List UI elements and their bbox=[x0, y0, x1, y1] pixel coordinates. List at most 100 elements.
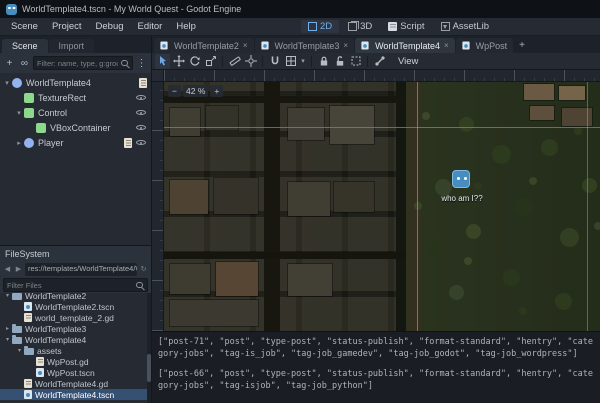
visibility-icon[interactable] bbox=[135, 137, 147, 148]
visibility-icon[interactable] bbox=[135, 107, 147, 118]
scene-node-row[interactable]: ▾ WorldTemplate4 bbox=[0, 75, 151, 90]
close-icon[interactable]: × bbox=[343, 41, 348, 50]
scene-node-row[interactable]: ▸ Player bbox=[0, 135, 151, 150]
2d-icon bbox=[308, 22, 317, 31]
attached-script-icon[interactable] bbox=[124, 138, 132, 148]
scene-dock: Scene Import + ∞ ⋮ ▾ WorldTe bbox=[0, 36, 151, 245]
expand-arrow-icon[interactable]: ▾ bbox=[3, 336, 12, 343]
main-area: WorldTemplate2 × WorldTemplate3 × WorldT… bbox=[152, 36, 600, 403]
output-log-panel[interactable]: ["post-71", "post", "type-post", "status… bbox=[152, 331, 600, 403]
grid-snap-button[interactable] bbox=[283, 54, 298, 69]
menu-debug[interactable]: Debug bbox=[89, 21, 131, 32]
expand-arrow-icon[interactable]: ▾ bbox=[2, 79, 12, 87]
file-row[interactable]: ▸ WorldTemplate3 bbox=[0, 323, 151, 334]
scrollbar[interactable] bbox=[147, 293, 151, 403]
workspace-assetlib-button[interactable]: AssetLib bbox=[434, 20, 496, 33]
file-row[interactable]: ▾ WorldTemplate2 bbox=[0, 293, 151, 301]
expand-arrow-icon[interactable]: ▸ bbox=[3, 325, 12, 332]
forward-icon[interactable]: ▶ bbox=[14, 265, 23, 273]
left-dock-column: Scene Import + ∞ ⋮ ▾ WorldTe bbox=[0, 36, 152, 403]
scale-tool-button[interactable] bbox=[203, 54, 218, 69]
search-icon bbox=[135, 281, 144, 290]
close-icon[interactable]: × bbox=[243, 41, 248, 50]
file-row[interactable]: WorldTemplate2.tscn bbox=[0, 301, 151, 312]
workspace-assetlib-label: AssetLib bbox=[453, 21, 489, 32]
workspace-script-button[interactable]: Script bbox=[381, 20, 431, 33]
file-row-selected[interactable]: WorldTemplate4.tscn bbox=[0, 389, 151, 400]
scene-tree-menu-button[interactable]: ⋮ bbox=[135, 56, 148, 70]
sprite-label: who am I?? bbox=[427, 194, 497, 203]
filesystem-tree: ▾ WorldTemplate2 WorldTemplate2.tscn wor… bbox=[0, 293, 151, 403]
close-icon[interactable]: × bbox=[444, 41, 449, 50]
expand-arrow-icon[interactable]: ▾ bbox=[14, 109, 24, 117]
group-object-button[interactable] bbox=[348, 54, 363, 69]
scene-node-row[interactable]: ▾ Control bbox=[0, 105, 151, 120]
canvas-toolbar: ▾ View bbox=[152, 53, 600, 70]
separator bbox=[311, 56, 312, 67]
scene-canvas-map[interactable]: who am I?? bbox=[164, 82, 600, 331]
smart-snap-button[interactable] bbox=[267, 54, 282, 69]
file-row[interactable]: WorldTemplate4.gd bbox=[0, 378, 151, 389]
visibility-icon[interactable] bbox=[135, 92, 147, 103]
zoom-out-button[interactable]: − bbox=[168, 85, 181, 97]
snap-options-caret-icon[interactable]: ▾ bbox=[299, 57, 307, 65]
node-label: TextureRect bbox=[38, 93, 86, 103]
visibility-icon[interactable] bbox=[135, 122, 147, 133]
skeleton-options-button[interactable] bbox=[372, 54, 387, 69]
tab-import[interactable]: Import bbox=[49, 39, 95, 53]
scene-tab[interactable]: WpPost bbox=[456, 38, 514, 53]
lock-object-button[interactable] bbox=[316, 54, 331, 69]
zoom-in-button[interactable]: + bbox=[210, 85, 223, 97]
view-menu-button[interactable]: View bbox=[392, 55, 424, 68]
filesystem-filter bbox=[0, 277, 151, 293]
attached-script-icon[interactable] bbox=[139, 78, 147, 88]
2d-viewport[interactable]: who am I?? − 42 % + bbox=[152, 70, 600, 331]
unlock-object-button[interactable] bbox=[332, 54, 347, 69]
filesystem-dock: FileSystem ◀ ▶ res://templates/WorldTemp… bbox=[0, 245, 151, 403]
scene-node-row[interactable]: TextureRect bbox=[0, 90, 151, 105]
rotate-tool-button[interactable] bbox=[187, 54, 202, 69]
scene-filter-input[interactable] bbox=[37, 59, 118, 68]
workspace-2d-button[interactable]: 2D bbox=[301, 20, 339, 33]
pivot-tool-button[interactable] bbox=[243, 54, 258, 69]
reload-icon[interactable]: ↻ bbox=[139, 265, 148, 273]
scrollbar-thumb[interactable] bbox=[147, 354, 151, 382]
instance-scene-button[interactable]: ∞ bbox=[18, 56, 31, 70]
tab-scene[interactable]: Scene bbox=[2, 39, 48, 53]
new-scene-tab-button[interactable]: + bbox=[514, 38, 530, 53]
workspace-3d-button[interactable]: 3D bbox=[341, 20, 379, 33]
move-tool-button[interactable] bbox=[171, 54, 186, 69]
select-tool-button[interactable] bbox=[155, 54, 170, 69]
file-row[interactable]: ▾ assets bbox=[0, 345, 151, 356]
file-row[interactable]: WpPost.tscn bbox=[0, 367, 151, 378]
godot-editor-window: WorldTemplate4.tscn - My World Quest - G… bbox=[0, 0, 600, 403]
scene-tab[interactable]: WorldTemplate2 × bbox=[154, 38, 254, 53]
filesystem-header: FileSystem bbox=[0, 246, 151, 261]
zoom-percent-button[interactable]: 42 % bbox=[183, 85, 208, 97]
file-row[interactable]: ▾ WorldTemplate4 bbox=[0, 334, 151, 345]
file-row[interactable]: WpPost.gd bbox=[0, 356, 151, 367]
menu-project[interactable]: Project bbox=[45, 21, 89, 32]
separator bbox=[262, 56, 263, 67]
menu-scene[interactable]: Scene bbox=[4, 21, 45, 32]
script-icon bbox=[388, 22, 397, 31]
expand-arrow-icon[interactable]: ▾ bbox=[15, 347, 24, 354]
ruler-tool-button[interactable] bbox=[227, 54, 242, 69]
scene-node-row[interactable]: VBoxContainer bbox=[0, 120, 151, 135]
expand-arrow-icon[interactable]: ▸ bbox=[14, 139, 24, 147]
back-icon[interactable]: ◀ bbox=[3, 265, 12, 273]
x-axis-line bbox=[164, 127, 600, 128]
menu-help[interactable]: Help bbox=[169, 21, 203, 32]
add-node-button[interactable]: + bbox=[3, 56, 16, 70]
file-label: WorldTemplate2 bbox=[25, 293, 86, 301]
expand-arrow-icon[interactable]: ▾ bbox=[3, 293, 12, 299]
scene-tab[interactable]: WorldTemplate3 × bbox=[255, 38, 355, 53]
scene-tab-active[interactable]: WorldTemplate4 × bbox=[355, 38, 455, 53]
menu-editor[interactable]: Editor bbox=[131, 21, 170, 32]
zoom-controls: − 42 % + bbox=[168, 85, 223, 97]
file-label: WpPost.gd bbox=[47, 357, 89, 367]
file-row[interactable]: world_template_2.gd bbox=[0, 312, 151, 323]
vboxcontainer-icon bbox=[36, 123, 46, 133]
godot-sprite-node[interactable] bbox=[452, 170, 470, 188]
filesystem-filter-input[interactable] bbox=[7, 281, 133, 290]
